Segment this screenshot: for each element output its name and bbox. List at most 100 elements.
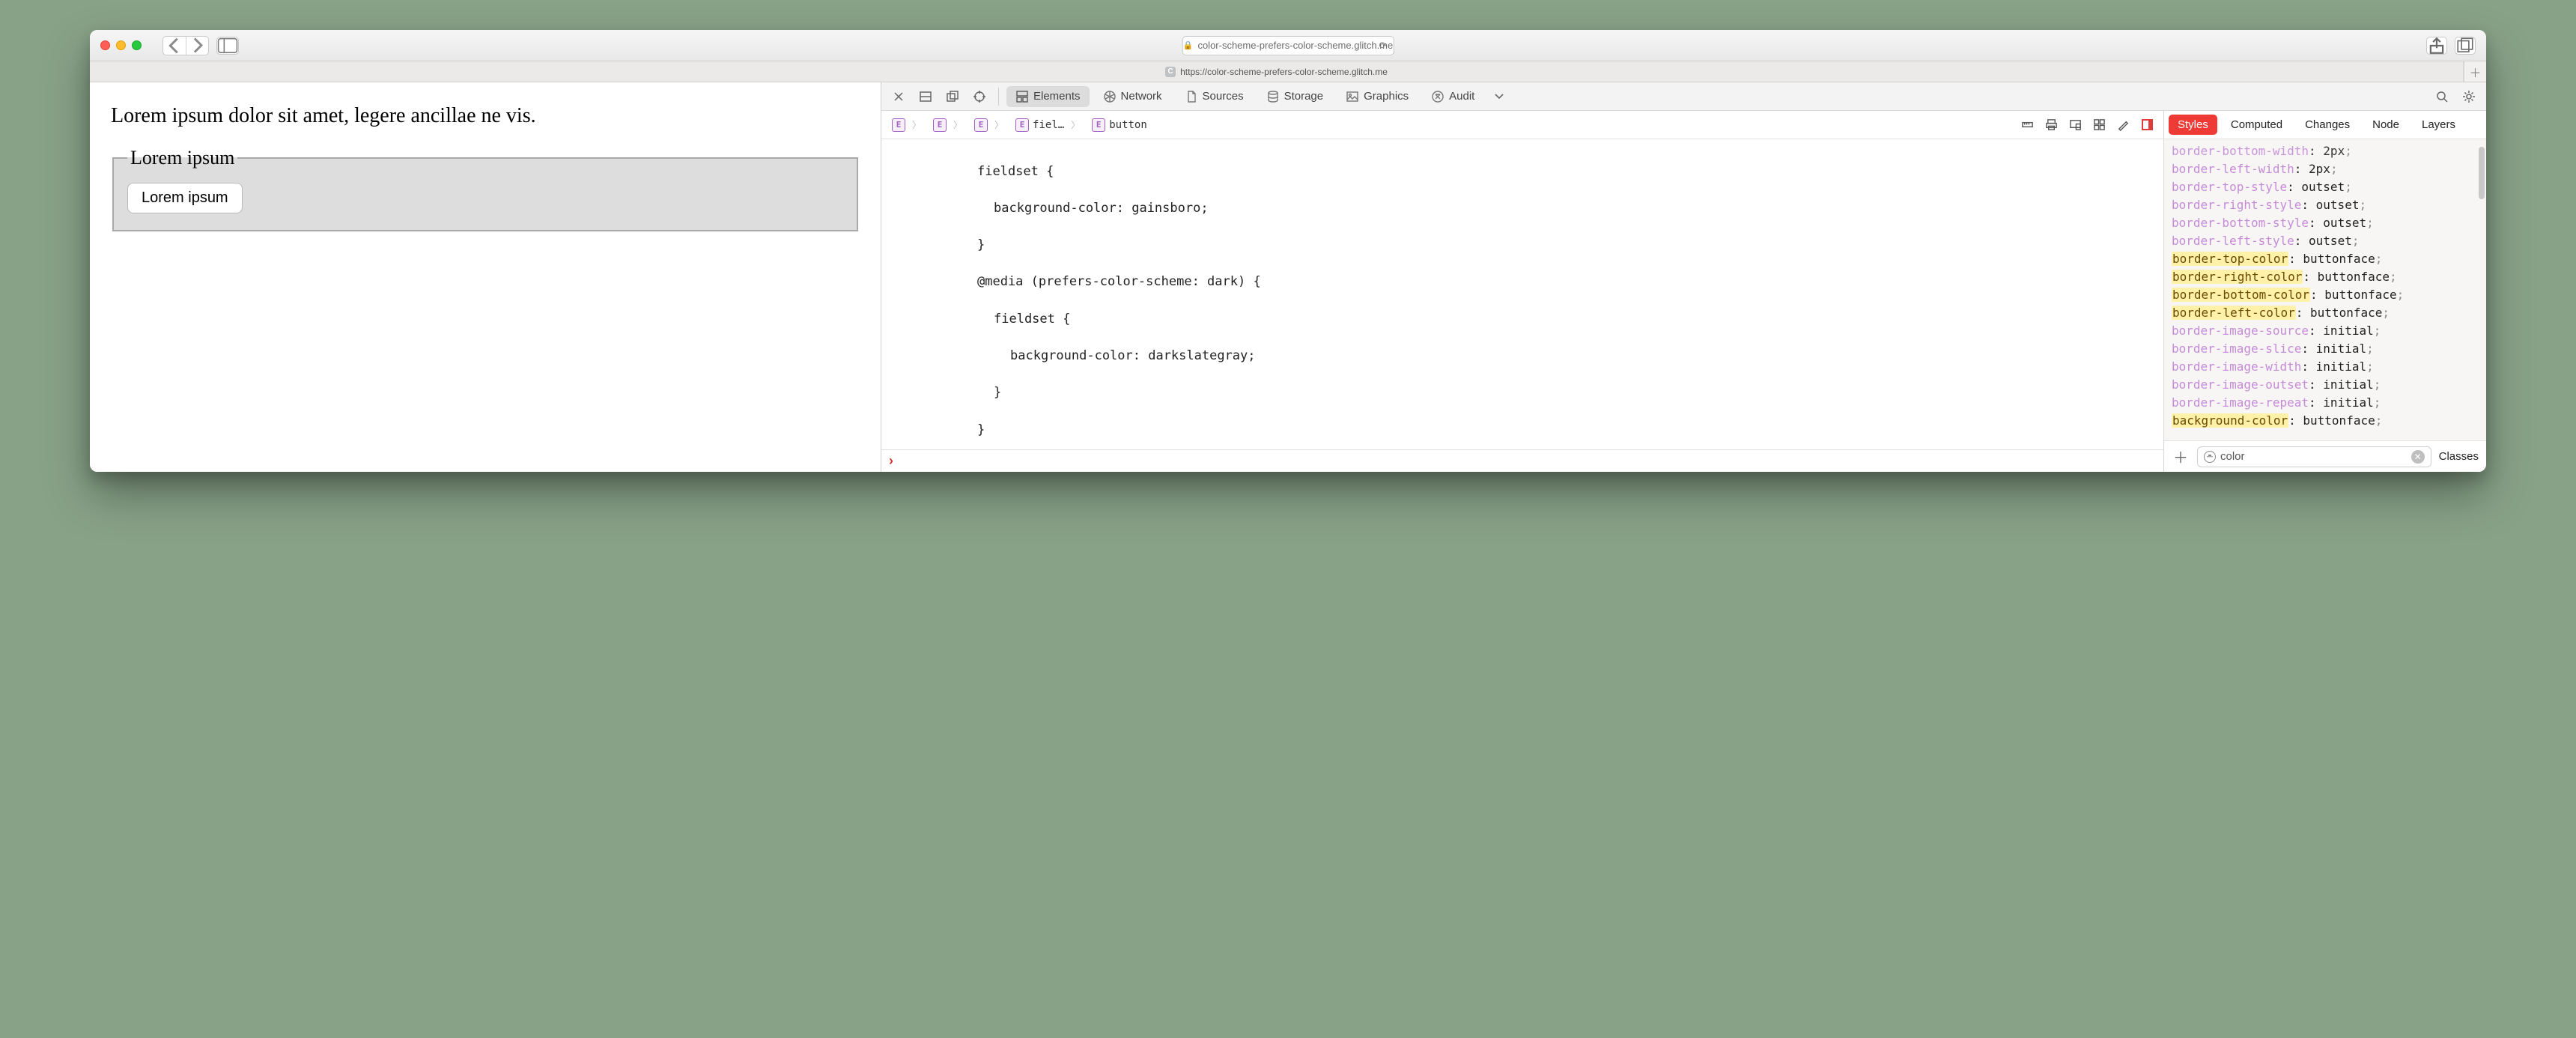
style-property-row[interactable]: border-bottom-color: buttonface; <box>2172 286 2479 304</box>
breadcrumb-5[interactable]: Ebutton <box>1087 115 1152 135</box>
style-property-row[interactable]: background-color: buttonface; <box>2172 412 2479 430</box>
style-property-name: border-image-width <box>2172 359 2301 374</box>
tab-network-label: Network <box>1121 90 1162 103</box>
style-property-value: buttonface <box>2303 413 2375 428</box>
styles-filter-input[interactable]: color ✕ <box>2197 446 2431 467</box>
sidebar-toggle-button[interactable] <box>216 37 239 55</box>
tab-audit-label: Audit <box>1449 90 1474 103</box>
style-property-row[interactable]: border-image-source: initial; <box>2172 322 2479 340</box>
style-property-value: 2px <box>2309 162 2330 176</box>
breadcrumb-5-label: button <box>1109 119 1147 131</box>
minimize-window-button[interactable] <box>116 40 126 50</box>
zoom-window-button[interactable] <box>132 40 142 50</box>
semicolon: ; <box>2397 288 2405 302</box>
dock-undock-button[interactable] <box>941 86 964 107</box>
styles-tabs: Styles Computed Changes Node Layers <box>2164 111 2486 139</box>
style-property-value: 2px <box>2323 144 2345 158</box>
dom-tree[interactable]: fieldset { background-color: gainsboro; … <box>881 139 2163 449</box>
src-l1: fieldset { <box>977 164 1054 179</box>
styles-list[interactable]: border-bottom-width: 2px;border-left-wid… <box>2164 139 2486 440</box>
reload-icon[interactable]: ⟳ <box>1379 40 1387 52</box>
classes-toggle[interactable]: Classes <box>2439 450 2479 463</box>
console-strip[interactable]: › <box>881 449 2163 472</box>
semicolon: ; <box>2330 162 2338 176</box>
style-property-row[interactable]: border-top-color: buttonface; <box>2172 250 2479 268</box>
breadcrumb-3[interactable]: E〉 <box>970 115 1008 135</box>
tab-strip: C https://color-scheme-prefers-color-sch… <box>90 61 2486 82</box>
style-property-row[interactable]: border-image-width: initial; <box>2172 358 2479 376</box>
console-prompt-icon: › <box>889 453 893 469</box>
colon: : <box>2309 144 2323 158</box>
style-property-row[interactable]: border-right-style: outset; <box>2172 196 2479 214</box>
style-property-name: border-image-source <box>2172 324 2309 338</box>
browser-tab[interactable]: C https://color-scheme-prefers-color-sch… <box>90 61 2464 82</box>
tab-sources[interactable]: Sources <box>1176 86 1253 107</box>
style-property-row[interactable]: border-bottom-style: outset; <box>2172 214 2479 232</box>
breadcrumb-4[interactable]: Efiel…〉 <box>1011 115 1084 135</box>
tab-network[interactable]: Network <box>1094 86 1171 107</box>
style-property-value: outset <box>2316 198 2360 212</box>
tab-storage[interactable]: Storage <box>1257 86 1333 107</box>
semicolon: ; <box>2374 377 2381 392</box>
style-property-row[interactable]: border-top-style: outset; <box>2172 178 2479 196</box>
breadcrumb-2[interactable]: E〉 <box>929 115 967 135</box>
devtools: Elements Network Sources Storage Graphic… <box>881 82 2486 472</box>
page-paragraph: Lorem ipsum dolor sit amet, legere ancil… <box>111 102 860 130</box>
page-button[interactable]: Lorem ipsum <box>127 183 243 213</box>
grid-icon[interactable] <box>2089 115 2109 135</box>
style-property-row[interactable]: border-image-outset: initial; <box>2172 376 2479 394</box>
forward-button[interactable] <box>186 37 208 55</box>
style-property-row[interactable]: border-left-style: outset; <box>2172 232 2479 250</box>
src-l6: background-color: darkslategray; <box>1010 348 1256 363</box>
share-button[interactable] <box>2426 37 2447 55</box>
dock-side-button[interactable] <box>914 86 937 107</box>
semicolon: ; <box>2345 144 2352 158</box>
colon: : <box>2301 198 2315 212</box>
paint-icon[interactable] <box>2112 115 2133 135</box>
close-window-button[interactable] <box>100 40 110 50</box>
semicolon: ; <box>2366 359 2374 374</box>
tab-graphics[interactable]: Graphics <box>1337 86 1418 107</box>
src-l8: } <box>977 422 985 437</box>
style-property-row[interactable]: border-left-width: 2px; <box>2172 160 2479 178</box>
search-devtools-button[interactable] <box>2431 86 2453 107</box>
print-icon[interactable] <box>2041 115 2062 135</box>
style-property-row[interactable]: border-image-repeat: initial; <box>2172 394 2479 412</box>
device-icon[interactable] <box>2065 115 2086 135</box>
semicolon: ; <box>2352 234 2360 248</box>
styles-scrollbar[interactable] <box>2479 147 2485 199</box>
style-property-row[interactable]: border-left-color: buttonface; <box>2172 304 2479 322</box>
tab-graphics-label: Graphics <box>1364 90 1409 103</box>
styles-tab-node[interactable]: Node <box>2363 115 2408 135</box>
close-devtools-button[interactable] <box>887 86 910 107</box>
settings-gear-icon[interactable] <box>2458 86 2480 107</box>
favicon: C <box>1165 67 1176 77</box>
colon: : <box>2296 306 2310 320</box>
semicolon: ; <box>2366 342 2374 356</box>
styles-tab-styles[interactable]: Styles <box>2169 115 2217 135</box>
style-property-row[interactable]: border-bottom-width: 2px; <box>2172 142 2479 160</box>
style-property-name: border-bottom-color <box>2172 288 2310 302</box>
layout-sidebar-toggle[interactable] <box>2136 115 2157 135</box>
tab-elements[interactable]: Elements <box>1006 86 1090 107</box>
rendered-page: Lorem ipsum dolor sit amet, legere ancil… <box>90 82 881 472</box>
semicolon: ; <box>2390 270 2397 284</box>
address-bar[interactable]: 🔒 color-scheme-prefers-color-scheme.glit… <box>1182 36 1394 55</box>
ruler-icon[interactable] <box>2017 115 2038 135</box>
breadcrumb-1[interactable]: E〉 <box>887 115 926 135</box>
new-tab-button[interactable]: ＋ <box>2464 61 2486 82</box>
clear-filter-button[interactable]: ✕ <box>2411 450 2425 464</box>
styles-tab-changes[interactable]: Changes <box>2296 115 2359 135</box>
back-button[interactable] <box>163 37 186 55</box>
style-property-name: border-image-repeat <box>2172 395 2309 410</box>
style-property-row[interactable]: border-right-color: buttonface; <box>2172 268 2479 286</box>
style-property-row[interactable]: border-image-slice: initial; <box>2172 340 2479 358</box>
tabs-overview-button[interactable] <box>2455 37 2476 55</box>
style-property-name: border-bottom-style <box>2172 216 2309 230</box>
styles-tab-layers[interactable]: Layers <box>2413 115 2464 135</box>
tab-audit[interactable]: Audit <box>1422 86 1483 107</box>
target-picker-button[interactable] <box>968 86 991 107</box>
new-rule-button[interactable]: ＋ <box>2172 448 2190 466</box>
overflow-tabs-button[interactable] <box>1488 86 1510 107</box>
styles-tab-computed[interactable]: Computed <box>2222 115 2291 135</box>
